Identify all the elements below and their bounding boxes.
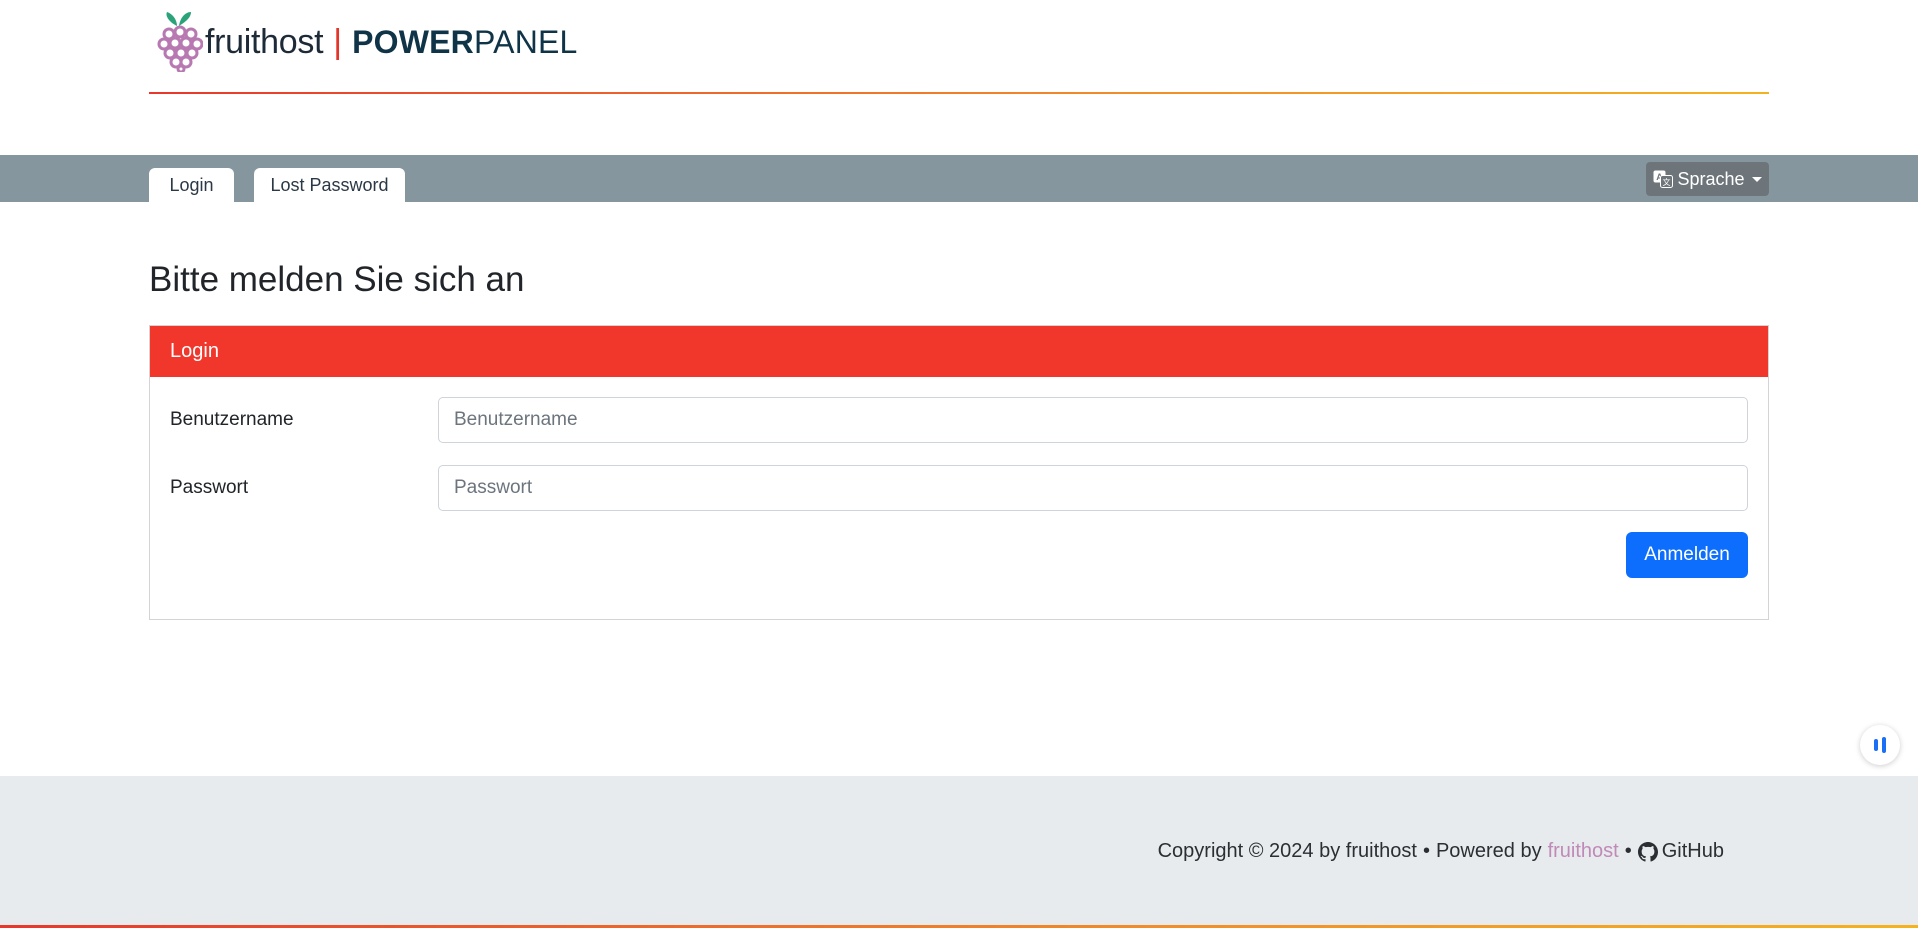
navbar: Login Lost Password A 文 Sprache [0, 155, 1918, 202]
password-row: Passwort [170, 465, 1748, 511]
footer-credits: Copyright © 2024 by fruithost • Powered … [1158, 840, 1724, 863]
svg-text:文: 文 [1663, 177, 1671, 187]
tab-lost-password-label: Lost Password [270, 174, 389, 195]
tab-login-label: Login [169, 174, 214, 195]
password-input[interactable] [438, 465, 1748, 511]
logo[interactable]: fruithost | POWER PANEL [155, 12, 578, 72]
grape-icon [157, 12, 203, 72]
site-header: fruithost | POWER PANEL [149, 0, 1769, 95]
header-divider [149, 92, 1769, 94]
logo-panel-text: PANEL [473, 23, 578, 60]
login-card-title: Login [170, 340, 219, 362]
password-label: Passwort [170, 477, 249, 498]
audio-bars-icon [1874, 737, 1886, 753]
logo-brand-text: fruithost [205, 22, 324, 61]
username-input[interactable] [438, 397, 1748, 443]
language-dropdown-button[interactable]: A 文 Sprache [1646, 162, 1769, 196]
footer-github-link[interactable]: GitHub [1637, 840, 1724, 863]
chevron-down-icon [1751, 176, 1762, 182]
tab-lost-password[interactable]: Lost Password [254, 168, 405, 202]
footer-powered-by: Powered by [1435, 840, 1542, 862]
username-row: Benutzername [170, 397, 1748, 443]
footer-bullet-2: • [1624, 840, 1632, 862]
logo-separator: | [333, 22, 343, 61]
tab-login[interactable]: Login [149, 168, 234, 202]
login-submit-button[interactable]: Anmelden [1626, 532, 1748, 578]
footer-fruithost-link[interactable]: fruithost [1548, 840, 1619, 863]
floating-assistant-button[interactable] [1860, 725, 1900, 765]
footer-bullet: • [1422, 840, 1430, 862]
github-icon [1637, 841, 1658, 862]
footer-copyright: Copyright © 2024 by fruithost [1157, 840, 1417, 862]
logo-power-text: POWER [352, 23, 474, 60]
translate-icon: A 文 [1653, 170, 1674, 188]
page-title: Bitte melden Sie sich an [149, 260, 525, 299]
login-card: Login Benutzername Passwort Anmelden [149, 325, 1769, 620]
site-footer: Copyright © 2024 by fruithost • Powered … [0, 776, 1918, 928]
footer-github-label: GitHub [1661, 840, 1724, 862]
login-card-header: Login [150, 326, 1768, 377]
username-label: Benutzername [170, 409, 294, 430]
language-button-label: Sprache [1677, 168, 1745, 189]
